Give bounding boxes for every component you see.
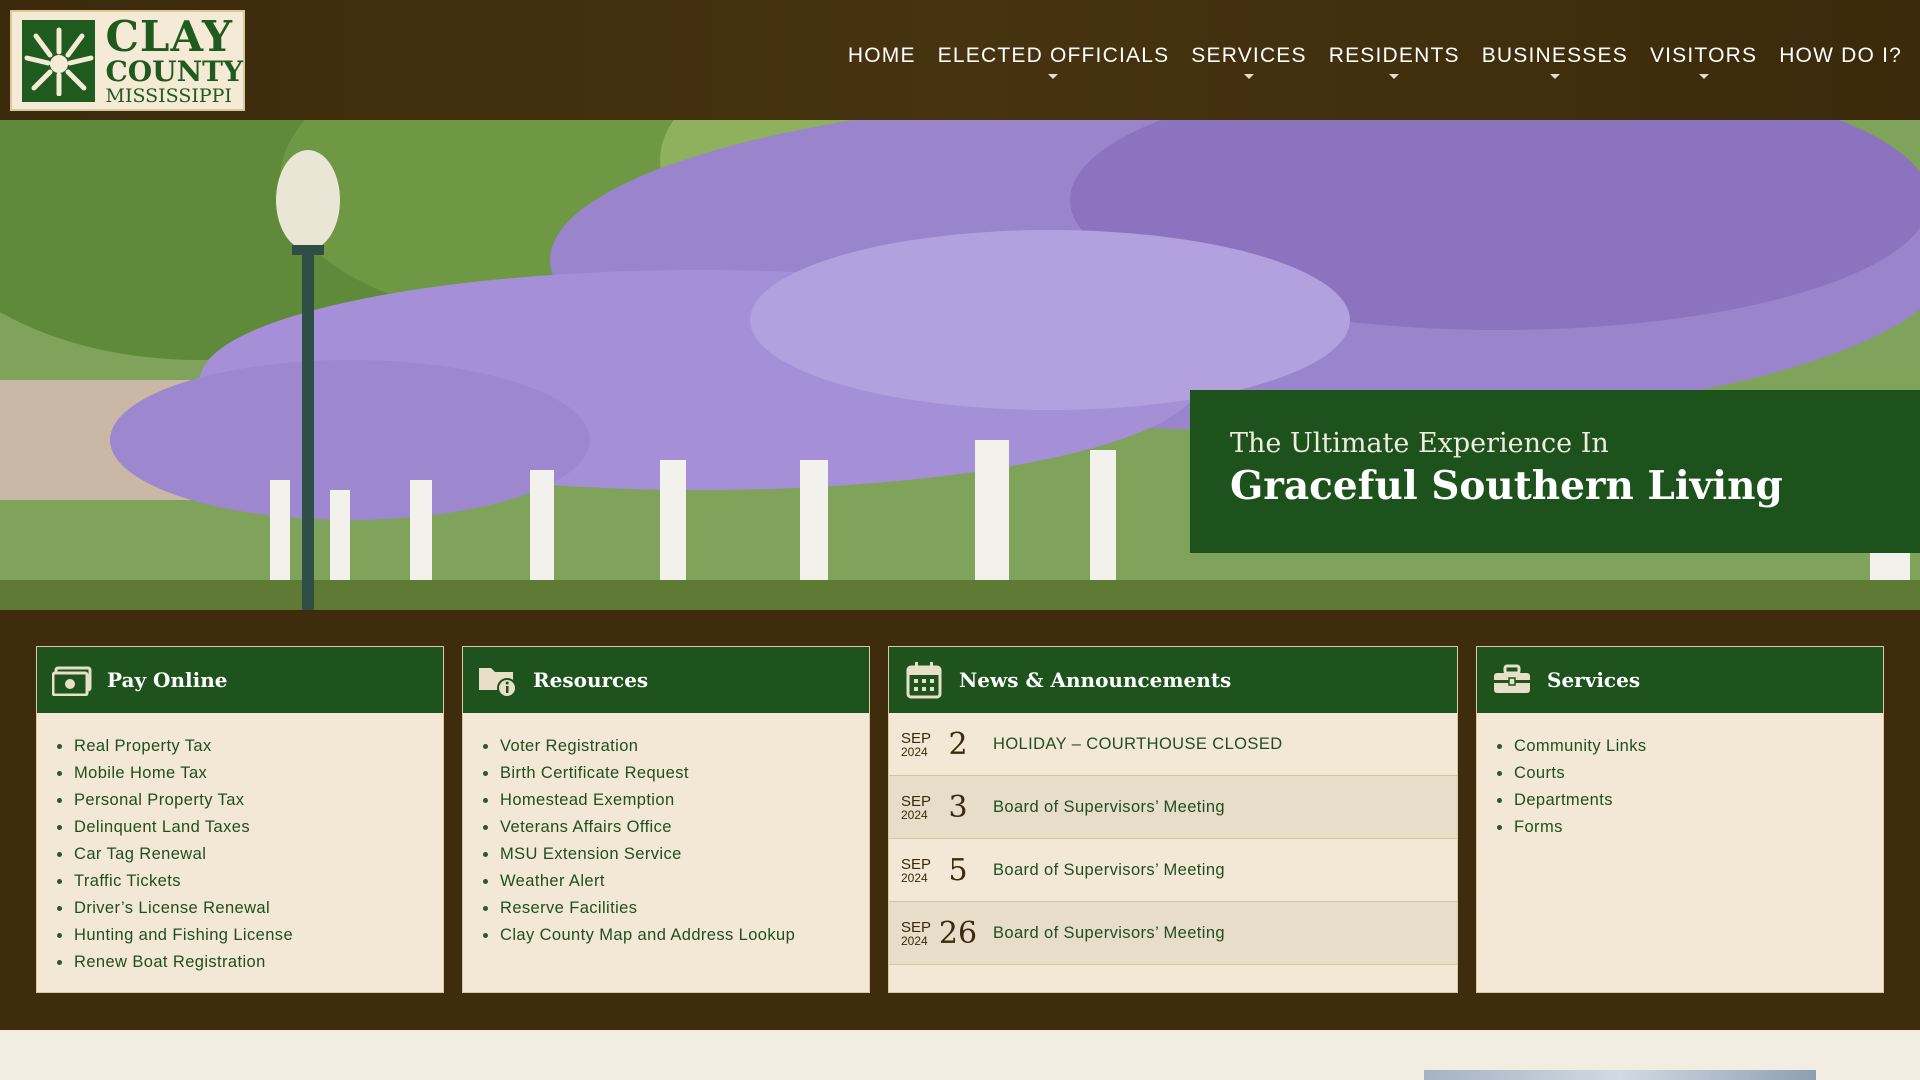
logo-text: CLAY COUNTY MISSISSIPPI xyxy=(105,11,243,107)
quick-links-section: Pay Online Real Property Tax Mobile Home… xyxy=(0,610,1920,1030)
nav-businesses-label: BUSINESSES xyxy=(1481,44,1628,67)
news-month: SEP xyxy=(901,855,932,873)
news-headline[interactable]: Board of Supervisors’ Meeting xyxy=(993,861,1225,880)
nav-how-do-i[interactable]: HOW DO I? xyxy=(1779,44,1902,68)
nav-home-label: HOME xyxy=(847,44,916,67)
news-date: SEP 2024 xyxy=(901,794,935,821)
news-date: SEP 2024 xyxy=(901,857,935,884)
pay-online-list: Real Property Tax Mobile Home Tax Person… xyxy=(37,713,443,976)
nav-businesses[interactable]: BUSINESSES xyxy=(1481,44,1628,79)
news-day: 26 xyxy=(938,915,978,951)
pay-online-link[interactable]: Real Property Tax xyxy=(57,733,443,760)
news-year: 2024 xyxy=(901,807,928,822)
pay-online-link[interactable]: Driver’s License Renewal xyxy=(57,895,443,922)
news-date: SEP 2024 xyxy=(901,731,935,758)
chevron-down-icon xyxy=(1389,74,1400,79)
nav-visitors[interactable]: VISITORS xyxy=(1649,44,1758,79)
news-headline[interactable]: Board of Supervisors’ Meeting xyxy=(993,924,1225,943)
resource-link[interactable]: Veterans Affairs Office xyxy=(483,814,869,841)
news-item[interactable]: SEP 2024 2 HOLIDAY – COURTHOUSE CLOSED xyxy=(889,713,1457,776)
resources-list: Voter Registration Birth Certificate Req… xyxy=(463,713,869,949)
hero-tagline-banner: The Ultimate Experience In Graceful Sout… xyxy=(1190,390,1920,553)
resource-link[interactable]: Homestead Exemption xyxy=(483,787,869,814)
hero-subtitle: The Ultimate Experience In xyxy=(1230,428,1609,459)
pay-online-link[interactable]: Car Tag Renewal xyxy=(57,841,443,868)
nav-services-label: SERVICES xyxy=(1191,44,1307,67)
chevron-down-icon xyxy=(1698,74,1709,79)
toolbox-icon xyxy=(1491,659,1533,701)
resources-title: Resources xyxy=(533,668,649,692)
nav-how-do-i-label: HOW DO I? xyxy=(1779,44,1902,67)
service-link[interactable]: Departments xyxy=(1497,787,1883,814)
pay-online-header: Pay Online xyxy=(37,647,443,713)
sunburst-logo-icon xyxy=(22,19,96,102)
main-nav: HOME ELECTED OFFICIALS SERVICES RESIDENT… xyxy=(848,44,1902,79)
news-item[interactable]: SEP 2024 3 Board of Supervisors’ Meeting xyxy=(889,776,1457,839)
pay-online-link[interactable]: Traffic Tickets xyxy=(57,868,443,895)
calendar-icon xyxy=(903,659,945,701)
nav-elected-officials[interactable]: ELECTED OFFICIALS xyxy=(937,44,1170,79)
services-header: Services xyxy=(1477,647,1883,713)
news-month: SEP xyxy=(901,918,932,936)
hero-image: The Ultimate Experience In Graceful Sout… xyxy=(0,120,1920,610)
resources-card: Resources Voter Registration Birth Certi… xyxy=(462,646,870,993)
news-headline[interactable]: HOLIDAY – COURTHOUSE CLOSED xyxy=(993,735,1283,754)
service-link[interactable]: Courts xyxy=(1497,760,1883,787)
resource-link[interactable]: MSU Extension Service xyxy=(483,841,869,868)
news-day: 2 xyxy=(948,726,968,762)
news-title: News & Announcements xyxy=(959,668,1232,692)
news-day: 3 xyxy=(948,789,968,825)
logo-line-county: COUNTY xyxy=(105,54,243,88)
pay-online-link[interactable]: Mobile Home Tax xyxy=(57,760,443,787)
resource-link[interactable]: Clay County Map and Address Lookup xyxy=(483,922,869,949)
pay-online-title: Pay Online xyxy=(107,668,228,692)
chevron-down-icon xyxy=(1048,74,1059,79)
resource-link[interactable]: Weather Alert xyxy=(483,868,869,895)
nav-elected-officials-label: ELECTED OFFICIALS xyxy=(937,44,1170,67)
services-title: Services xyxy=(1547,668,1641,692)
pay-online-link[interactable]: Renew Boat Registration xyxy=(57,949,443,976)
chevron-down-icon xyxy=(1549,74,1560,79)
services-list: Community Links Courts Departments Forms xyxy=(1477,713,1883,841)
news-year: 2024 xyxy=(901,870,928,885)
nav-home[interactable]: HOME xyxy=(848,44,916,68)
news-card: News & Announcements SEP 2024 2 HOLIDAY … xyxy=(888,646,1458,993)
news-header: News & Announcements xyxy=(889,647,1457,713)
news-year: 2024 xyxy=(901,744,928,759)
nav-visitors-label: VISITORS xyxy=(1649,44,1758,67)
logo-line-clay: CLAY xyxy=(105,11,233,61)
news-year: 2024 xyxy=(901,933,928,948)
resource-link[interactable]: Voter Registration xyxy=(483,733,869,760)
folder-info-icon xyxy=(477,659,519,701)
site-header: CLAY COUNTY MISSISSIPPI HOME ELECTED OFF… xyxy=(0,0,1920,120)
chevron-down-icon xyxy=(1244,74,1254,79)
news-item[interactable]: SEP 2024 5 Board of Supervisors’ Meeting xyxy=(889,839,1457,902)
money-icon xyxy=(51,659,93,701)
lower-section-photo xyxy=(1424,1070,1816,1080)
news-item[interactable]: SEP 2024 26 Board of Supervisors’ Meetin… xyxy=(889,902,1457,965)
logo-line-mississippi: MISSISSIPPI xyxy=(105,84,232,107)
news-day: 5 xyxy=(948,852,968,888)
pay-online-link[interactable]: Hunting and Fishing License xyxy=(57,922,443,949)
pay-online-link[interactable]: Personal Property Tax xyxy=(57,787,443,814)
news-month: SEP xyxy=(901,729,932,747)
service-link[interactable]: Community Links xyxy=(1497,733,1883,760)
news-date: SEP 2024 xyxy=(901,920,935,947)
nav-services[interactable]: SERVICES xyxy=(1191,44,1307,79)
pay-online-link[interactable]: Delinquent Land Taxes xyxy=(57,814,443,841)
news-list: SEP 2024 2 HOLIDAY – COURTHOUSE CLOSED S… xyxy=(889,713,1457,965)
resources-header: Resources xyxy=(463,647,869,713)
news-headline[interactable]: Board of Supervisors’ Meeting xyxy=(993,798,1225,817)
resource-link[interactable]: Birth Certificate Request xyxy=(483,760,869,787)
news-month: SEP xyxy=(901,792,932,810)
resource-link[interactable]: Reserve Facilities xyxy=(483,895,869,922)
clay-county-logo[interactable]: CLAY COUNTY MISSISSIPPI xyxy=(10,10,245,111)
pay-online-card: Pay Online Real Property Tax Mobile Home… xyxy=(36,646,444,993)
service-link[interactable]: Forms xyxy=(1497,814,1883,841)
services-card: Services Community Links Courts Departme… xyxy=(1476,646,1884,993)
nav-residents-label: RESIDENTS xyxy=(1328,44,1460,67)
nav-residents[interactable]: RESIDENTS xyxy=(1328,44,1460,79)
hero-title: Graceful Southern Living xyxy=(1230,463,1783,509)
